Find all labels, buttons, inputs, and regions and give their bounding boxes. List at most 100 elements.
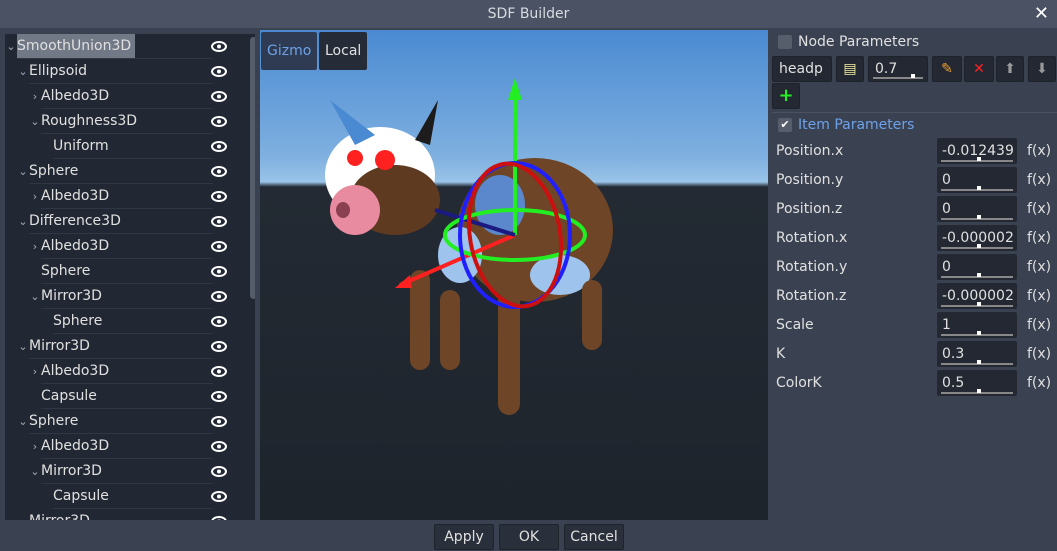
value-slider[interactable] [941,360,1013,365]
function-button[interactable]: f(x) [1027,312,1051,338]
ok-button[interactable]: OK [499,524,559,550]
eye-icon[interactable] [211,109,227,134]
slider-knob[interactable] [977,331,981,335]
eye-icon[interactable] [211,384,227,409]
tree-item[interactable]: ⌄Mirror3D [5,509,245,520]
slider-knob[interactable] [977,360,981,364]
value-slider[interactable] [873,74,923,79]
add-param-icon[interactable]: + [772,83,800,109]
note-icon[interactable]: ▤ [836,56,864,82]
param-value-input[interactable]: 0.3 [937,341,1017,367]
param-value-input[interactable]: 0 [937,167,1017,193]
node-parameters-checkbox[interactable] [778,35,792,49]
chevron-down-icon[interactable]: ⌄ [17,409,29,434]
chevron-down-icon[interactable]: ⌄ [5,34,17,59]
tree-item[interactable]: › Albedo3D [5,359,245,384]
function-button[interactable]: f(x) [1027,283,1051,309]
slider-knob[interactable] [977,215,981,219]
param-value-input[interactable]: 0.5 [937,370,1017,396]
tree-item[interactable]: Sphere [5,259,245,284]
gizmo-toggle[interactable]: Gizmo [261,32,318,70]
tree-scrollbar[interactable] [250,37,255,299]
function-button[interactable]: f(x) [1027,196,1051,222]
slider-knob[interactable] [977,389,981,393]
slider-knob[interactable] [977,244,981,248]
node-parameters-toggle[interactable]: Node Parameters [778,34,919,50]
slider-knob[interactable] [977,302,981,306]
chevron-down-icon[interactable]: ⌄ [29,459,41,484]
eye-icon[interactable] [211,134,227,159]
tree-item[interactable]: › Albedo3D [5,234,245,259]
eye-icon[interactable] [211,309,227,334]
chevron-down-icon[interactable]: ⌄ [29,284,41,309]
function-button[interactable]: f(x) [1027,225,1051,251]
tree-item[interactable]: ⌄Mirror3D [5,284,245,309]
function-button[interactable]: f(x) [1027,138,1051,164]
eye-icon[interactable] [211,184,227,209]
chevron-down-icon[interactable]: ⌄ [17,334,29,359]
eye-icon[interactable] [211,434,227,459]
eye-icon[interactable] [211,84,227,109]
tree-item[interactable]: ⌄Sphere [5,159,245,184]
function-button[interactable]: f(x) [1027,370,1051,396]
3d-viewport[interactable]: Gizmo Local [260,30,768,520]
eye-icon[interactable] [211,409,227,434]
chevron-down-icon[interactable]: ⌄ [17,159,29,184]
value-slider[interactable] [941,331,1013,336]
chevron-down-icon[interactable]: ⌄ [17,509,29,520]
function-button[interactable]: f(x) [1027,341,1051,367]
tree-item[interactable]: Sphere [5,309,245,334]
move-down-icon[interactable]: ⬇ [1028,56,1056,82]
eye-icon[interactable] [211,484,227,509]
chevron-down-icon[interactable]: ⌄ [17,209,29,234]
cancel-button[interactable]: Cancel [564,524,624,550]
item-parameters-toggle[interactable]: ✔ Item Parameters [778,117,914,133]
eye-icon[interactable] [211,459,227,484]
param-value-input[interactable]: -0.000002 [937,283,1017,309]
apply-button[interactable]: Apply [434,524,494,550]
move-up-icon[interactable]: ⬆ [996,56,1024,82]
param-name-input[interactable]: headp [772,56,832,82]
tree-item[interactable]: Capsule [5,484,245,509]
edit-pencil-icon[interactable]: ✎ [932,56,962,82]
eye-icon[interactable] [211,234,227,259]
param-value-input[interactable]: -0.012439 [937,138,1017,164]
slider-knob[interactable] [977,273,981,277]
tree-item[interactable]: › Albedo3D [5,184,245,209]
chevron-right-icon[interactable]: › [29,184,41,209]
chevron-right-icon[interactable]: › [29,359,41,384]
eye-icon[interactable] [211,159,227,184]
value-slider[interactable] [941,186,1013,191]
tree-item[interactable]: ⌄Mirror3D [5,459,245,484]
value-slider[interactable] [941,215,1013,220]
value-slider[interactable] [941,244,1013,249]
eye-icon[interactable] [211,259,227,284]
value-slider[interactable] [941,389,1013,394]
chevron-right-icon[interactable]: › [29,434,41,459]
eye-icon[interactable] [211,209,227,234]
param-value-input[interactable]: -0.000002 [937,225,1017,251]
value-slider[interactable] [941,302,1013,307]
chevron-right-icon[interactable]: › [29,234,41,259]
param-value-input[interactable]: 1 [937,312,1017,338]
tree-item[interactable]: Capsule [5,384,245,409]
tree-item[interactable]: Uniform [5,134,245,159]
tree-item[interactable]: › Albedo3D [5,84,245,109]
eye-icon[interactable] [211,509,227,520]
param-value-input[interactable]: 0 [937,254,1017,280]
tree-item[interactable]: › Albedo3D [5,434,245,459]
eye-icon[interactable] [211,334,227,359]
param-value-input[interactable]: 0.7 [868,56,928,82]
eye-icon[interactable] [211,59,227,84]
tree-item[interactable]: ⌄Difference3D [5,209,245,234]
value-slider[interactable] [941,157,1013,162]
tree-item[interactable]: ⌄Roughness3D [5,109,245,134]
delete-icon[interactable]: ✕ [964,56,994,82]
tree-item[interactable]: ⌄SmoothUnion3D [5,34,245,59]
eye-icon[interactable] [211,34,227,59]
chevron-right-icon[interactable]: › [29,84,41,109]
chevron-down-icon[interactable]: ⌄ [17,59,29,84]
item-parameters-checkbox[interactable]: ✔ [778,118,792,132]
slider-knob[interactable] [977,157,981,161]
function-button[interactable]: f(x) [1027,167,1051,193]
